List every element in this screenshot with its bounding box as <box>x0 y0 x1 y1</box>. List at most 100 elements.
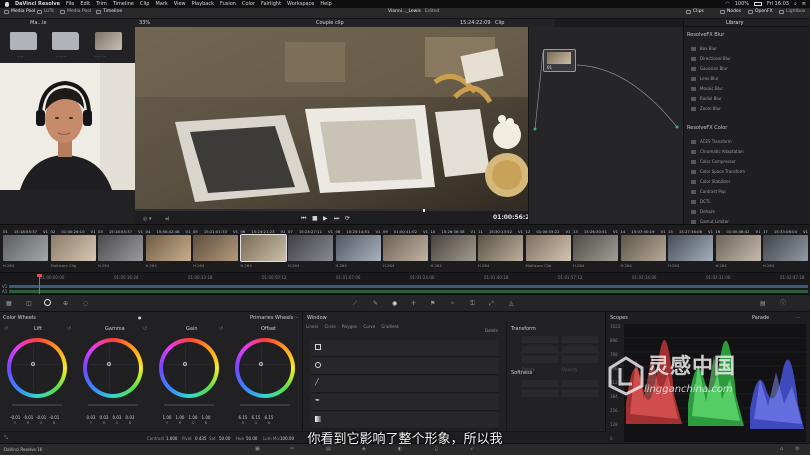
soft3-field[interactable] <box>522 390 558 397</box>
soft1-field[interactable] <box>522 380 558 387</box>
fx-color-compressor[interactable]: Color Compressor <box>688 157 806 166</box>
scopes-toggle-icon[interactable]: ▤ <box>760 300 766 307</box>
battery-icon[interactable] <box>754 2 763 6</box>
fx-box-blur[interactable]: Box Blur <box>688 44 806 53</box>
timeline-playhead[interactable] <box>39 275 40 294</box>
fx-mosaic-blur[interactable]: Mosaic Blur <box>688 84 806 93</box>
magic-mask-icon[interactable]: ⚑ <box>430 300 435 307</box>
scrub-bar[interactable] <box>135 209 528 211</box>
audio-track[interactable] <box>9 290 808 293</box>
menu-fairlight[interactable]: Fairlight <box>261 1 281 7</box>
fx-color-stabilizer[interactable]: Color Stabilizer <box>688 177 806 186</box>
openfx-button[interactable]: OpenFX <box>748 9 773 14</box>
gamma-g[interactable]: 0.03 <box>112 415 122 420</box>
lift-b[interactable]: -0.01 <box>49 415 59 420</box>
menu-workspace[interactable]: Workspace <box>287 1 314 7</box>
tool-polygon[interactable]: Polygon <box>342 324 358 333</box>
offset-b[interactable]: 6.15 <box>264 415 274 420</box>
soft2-field[interactable] <box>562 380 598 387</box>
soft4-field[interactable] <box>562 390 598 397</box>
scopes-menu-icon[interactable]: ⋯ <box>796 315 801 321</box>
curves-icon[interactable]: ⟋ <box>353 300 357 307</box>
window-row-curve[interactable]: ✒ <box>311 394 499 411</box>
delete-button[interactable]: Delete <box>485 328 498 333</box>
node-editor[interactable]: 01 <box>528 27 683 224</box>
fx-gaussian-blur[interactable]: Gaussian Blur <box>688 64 806 73</box>
menu-clip[interactable]: Clip <box>140 1 149 7</box>
reset-offset-icon[interactable]: ↺ <box>219 326 223 332</box>
lift-puck[interactable] <box>31 362 35 366</box>
menu-timeline[interactable]: Timeline <box>113 1 134 7</box>
menu-app[interactable]: DaVinci Resolve <box>15 1 60 7</box>
fx-color-space-transform[interactable]: Color Space Transform <box>688 167 806 176</box>
lift-master-slider[interactable] <box>12 404 62 406</box>
picker-icon[interactable]: ⤡ <box>4 435 8 441</box>
lightbox-button[interactable]: Lightbox <box>779 9 805 14</box>
gain-g[interactable]: 1.00 <box>188 415 198 420</box>
viewer-mode[interactable]: Clip <box>495 20 504 26</box>
timeline-button[interactable]: Timeline <box>96 9 122 14</box>
nodes-button[interactable]: Nodes <box>720 9 741 14</box>
playhead-handle[interactable] <box>37 274 42 277</box>
clip-thumbnail[interactable]: 17 15:33:06:04 V1 H.264 <box>762 228 809 270</box>
window-icon[interactable]: ◉ <box>392 300 397 307</box>
fx-dehaze[interactable]: Dehaze <box>688 207 806 216</box>
play-icon[interactable]: ▶ <box>323 215 328 222</box>
gain-wheel[interactable] <box>159 338 219 398</box>
gain-master-slider[interactable] <box>164 404 214 406</box>
lift-values[interactable]: -0.01 -0.01 -0.01 -0.01 <box>10 415 59 420</box>
lift-r[interactable]: -0.01 <box>23 415 33 420</box>
scrub-playhead[interactable] <box>423 209 425 212</box>
gamma-master-slider[interactable] <box>88 404 138 406</box>
wheels-dot[interactable]: ● <box>138 315 142 320</box>
key-icon[interactable]: ⚿ <box>470 300 475 307</box>
reset-lift-icon[interactable]: ↺ <box>4 326 8 332</box>
offset-wheel[interactable] <box>235 338 295 398</box>
menu-color[interactable]: Color <box>242 1 255 7</box>
reset-gain-icon[interactable]: ↺ <box>143 326 147 332</box>
menu-mark[interactable]: Mark <box>155 1 167 7</box>
bin-label[interactable]: Ma...le <box>30 20 47 26</box>
video-track[interactable] <box>9 285 808 288</box>
3d-icon[interactable]: ◬ <box>509 300 514 307</box>
folder-thumb[interactable] <box>52 32 79 50</box>
wheels-mode[interactable]: Primaries Wheels <box>250 315 293 321</box>
menu-fusion[interactable]: Fusion <box>220 1 236 7</box>
sizing-icon[interactable]: ⤢ <box>489 300 494 307</box>
timeline-ruler[interactable]: 01:00:00:00 01:00:16:24 01:00:33:18 01:00:5… <box>0 275 810 281</box>
fx-aces-transform[interactable]: ACES Transform <box>688 137 806 146</box>
gain-y[interactable]: 1.00 <box>162 415 172 420</box>
fx-zoom-blur[interactable]: Zoom Blur <box>688 104 806 113</box>
viewer-frame[interactable] <box>135 27 528 209</box>
folder-thumb[interactable] <box>10 32 37 50</box>
clip-thumbnail[interactable]: 01 15:18:55:37 V1 H.264 <box>2 228 49 270</box>
offset-g[interactable]: 6.15 <box>251 415 261 420</box>
clip-thumbnail[interactable]: 08 15:25:14:51 V1 H.264 <box>335 228 382 270</box>
info-icon[interactable]: ⓘ <box>780 300 786 307</box>
apple-icon[interactable] <box>5 1 9 7</box>
tool-circle[interactable]: Circle <box>324 324 335 333</box>
settings-icon[interactable]: ⚙ <box>795 446 799 452</box>
fx-directional-blur[interactable]: Directional Blur <box>688 54 806 63</box>
clock[interactable]: Fri 16:03 <box>767 1 789 7</box>
gain-values[interactable]: 1.00 1.00 1.00 1.00 <box>162 415 211 420</box>
loop-icon[interactable]: ⟳ <box>345 215 350 222</box>
search-icon[interactable]: ⌕ <box>794 1 797 7</box>
home-icon[interactable]: ⌂ <box>780 446 783 452</box>
section-color[interactable]: ResolveFX Color <box>687 125 727 131</box>
fx-dctl[interactable]: DCTL <box>688 197 806 206</box>
offset-r[interactable]: 6.15 <box>238 415 248 420</box>
clip-thumbnail[interactable]: 14 15:07:40:19 V1 H.264 <box>620 228 667 270</box>
menu-view[interactable]: View <box>174 1 186 7</box>
window-row-circle[interactable] <box>311 358 499 375</box>
menu-playback[interactable]: Playback <box>192 1 214 7</box>
window-row-linear[interactable]: ╱ <box>311 376 499 393</box>
clip-thumbnail[interactable]: 06 15:24:21:23 V1 H.264 <box>239 228 287 270</box>
lift-wheel[interactable] <box>7 338 67 398</box>
gain-puck[interactable] <box>183 362 187 366</box>
zoom-level[interactable]: 33% <box>139 20 150 26</box>
skip-back-icon[interactable]: ⏮ <box>301 215 306 222</box>
reset-gamma-icon[interactable]: ↺ <box>67 326 71 332</box>
offset-puck[interactable] <box>259 362 263 366</box>
gain-b[interactable]: 1.00 <box>201 415 211 420</box>
